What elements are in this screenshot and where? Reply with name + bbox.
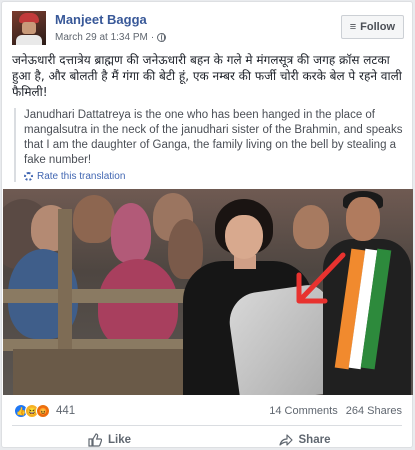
action-divider: [12, 425, 402, 426]
reaction-count: 441: [56, 405, 76, 417]
globe-icon: [157, 33, 167, 42]
rss-icon: ≡: [349, 21, 357, 33]
follow-label: Follow: [360, 21, 395, 33]
share-label: Share: [298, 434, 331, 446]
author-avatar[interactable]: [12, 11, 46, 45]
post-meta: March 29 at 1:34 PM ·: [55, 32, 167, 43]
post-card: Manjeet Bagga March 29 at 1:34 PM · ≡ Fo…: [1, 1, 413, 448]
gear-icon: [24, 172, 33, 181]
comments-link[interactable]: 14 Comments: [269, 405, 337, 417]
post-text: जनेऊधारी दत्तात्रेय ब्राह्मण की जनेऊधारी…: [12, 53, 402, 99]
shares-link[interactable]: 264 Shares: [346, 405, 402, 417]
rate-translation-label: Rate this translation: [37, 171, 126, 182]
action-bar: Like Share: [12, 431, 402, 449]
rate-translation-link[interactable]: Rate this translation: [24, 171, 406, 182]
post-header: Manjeet Bagga March 29 at 1:34 PM · ≡ Fo…: [12, 11, 404, 47]
follow-button[interactable]: ≡ Follow: [340, 15, 404, 39]
like-label: Like: [107, 434, 131, 446]
share-arrow-icon: [278, 434, 293, 446]
post-photo[interactable]: [3, 189, 413, 395]
engagement-stats: 14 Comments 264 Shares: [269, 405, 402, 417]
translation-text: Janudhari Dattatreya is the one who has …: [24, 109, 403, 166]
red-arrow-annotation: [296, 252, 346, 304]
meta-separator: ·: [150, 32, 155, 43]
angry-reaction-icon: 😡: [36, 404, 50, 418]
reactions-summary[interactable]: 👍 😆 😡 441: [14, 404, 75, 418]
author-name[interactable]: Manjeet Bagga: [55, 12, 147, 27]
translation-block: Janudhari Dattatreya is the one who has …: [14, 108, 406, 182]
thumbs-up-icon: [88, 433, 102, 447]
share-button[interactable]: Share: [207, 431, 402, 449]
like-button[interactable]: Like: [12, 431, 207, 449]
post-date[interactable]: March 29 at 1:34 PM: [55, 32, 148, 43]
